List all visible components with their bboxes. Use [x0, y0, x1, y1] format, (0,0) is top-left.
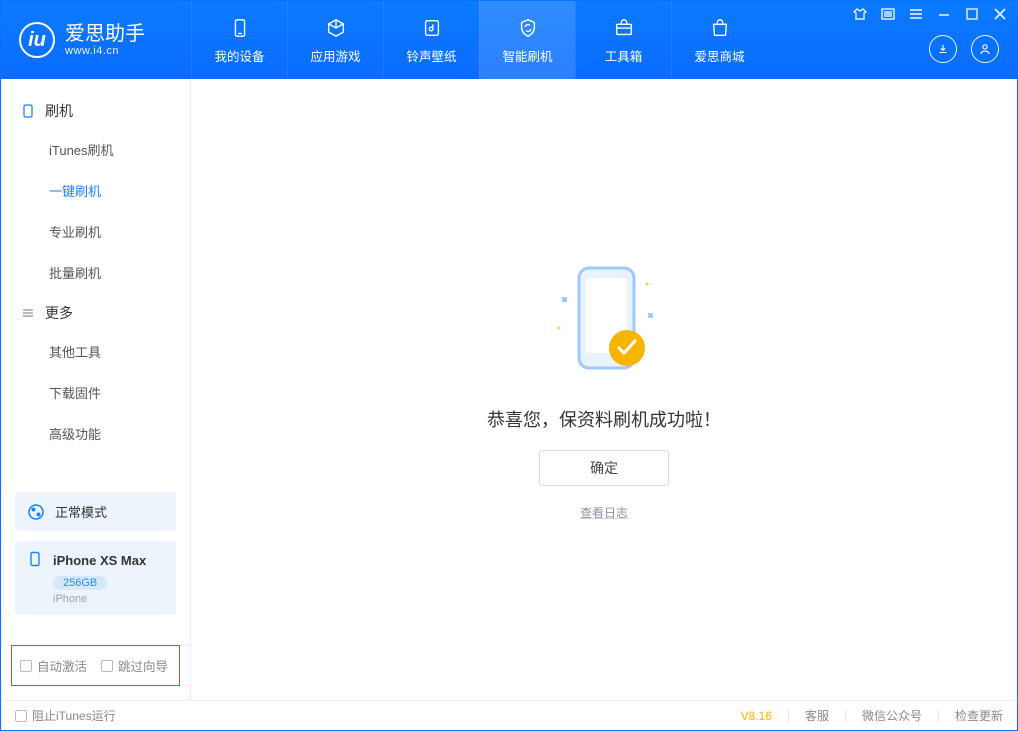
logo-area: iu 爱思助手 www.i4.cn — [1, 1, 191, 79]
sidebar-section-more: 更多 — [1, 293, 190, 331]
success-message: 恭喜您，保资料刷机成功啦！ — [487, 406, 721, 432]
device-type: iPhone — [53, 593, 164, 605]
nav-store[interactable]: 爱思商城 — [671, 1, 767, 79]
phone-outline-icon — [21, 104, 35, 118]
device-mode-card[interactable]: 正常模式 — [15, 492, 176, 531]
version-label: V8.16 — [741, 709, 772, 723]
nav-ringtones-wallpapers[interactable]: 铃声壁纸 — [383, 1, 479, 79]
maximize-icon[interactable] — [965, 7, 979, 21]
minimize-icon[interactable] — [937, 7, 951, 21]
top-nav: 我的设备 应用游戏 铃声壁纸 智能刷机 工具箱 爱思商城 — [191, 1, 767, 79]
success-illustration — [539, 258, 669, 388]
window-controls — [853, 7, 1007, 21]
options-highlight-box: 自动激活 跳过向导 — [11, 645, 180, 686]
sidebar-item-batch-flash[interactable]: 批量刷机 — [1, 252, 190, 293]
list-icon[interactable] — [881, 7, 895, 21]
shopping-bag-icon — [707, 15, 733, 41]
sidebar-item-itunes-flash[interactable]: iTunes刷机 — [1, 129, 190, 170]
device-mode-label: 正常模式 — [55, 502, 107, 521]
main-content: 恭喜您，保资料刷机成功啦！ 确定 查看日志 — [191, 79, 1017, 700]
app-subtitle: www.i4.cn — [65, 45, 145, 57]
download-icon[interactable] — [929, 35, 957, 63]
sidebar-item-one-click-flash[interactable]: 一键刷机 — [1, 170, 190, 211]
status-link-update[interactable]: 检查更新 — [955, 707, 1003, 724]
device-icon — [227, 15, 253, 41]
checkbox-block-itunes[interactable]: 阻止iTunes运行 — [15, 707, 116, 724]
sidebar: 刷机 iTunes刷机 一键刷机 专业刷机 批量刷机 更多 其他工具 下载固件 … — [1, 79, 191, 700]
phone-small-icon — [27, 551, 43, 570]
sidebar-section-flash: 刷机 — [1, 91, 190, 129]
sidebar-item-other-tools[interactable]: 其他工具 — [1, 331, 190, 372]
sidebar-item-download-firmware[interactable]: 下载固件 — [1, 372, 190, 413]
toolbox-icon — [611, 15, 637, 41]
app-window: iu 爱思助手 www.i4.cn 我的设备 应用游戏 铃声壁纸 智能刷机 — [0, 0, 1018, 731]
body: 刷机 iTunes刷机 一键刷机 专业刷机 批量刷机 更多 其他工具 下载固件 … — [1, 79, 1017, 700]
nav-toolbox[interactable]: 工具箱 — [575, 1, 671, 79]
ok-button[interactable]: 确定 — [539, 450, 669, 486]
list-small-icon — [21, 306, 35, 320]
logo-icon: iu — [19, 22, 55, 58]
music-note-icon — [419, 15, 445, 41]
sidebar-item-pro-flash[interactable]: 专业刷机 — [1, 211, 190, 252]
device-card[interactable]: iPhone XS Max 256GB iPhone — [15, 541, 176, 615]
app-title: 爱思助手 — [65, 23, 145, 45]
nav-apps-games[interactable]: 应用游戏 — [287, 1, 383, 79]
close-icon[interactable] — [993, 7, 1007, 21]
status-link-wechat[interactable]: 微信公众号 — [862, 707, 922, 724]
device-capacity: 256GB — [53, 576, 107, 590]
mode-icon — [27, 503, 45, 521]
view-log-link[interactable]: 查看日志 — [580, 504, 628, 521]
user-icon[interactable] — [971, 35, 999, 63]
device-name: iPhone XS Max — [53, 553, 146, 568]
checkbox-skip-guide[interactable]: 跳过向导 — [101, 656, 168, 675]
status-link-support[interactable]: 客服 — [805, 707, 829, 724]
menu-icon[interactable] — [909, 7, 923, 21]
checkbox-icon — [20, 660, 32, 672]
sidebar-device-block: 正常模式 iPhone XS Max 256GB iPhone — [1, 484, 190, 625]
nav-my-device[interactable]: 我的设备 — [191, 1, 287, 79]
nav-smart-flash[interactable]: 智能刷机 — [479, 1, 575, 79]
refresh-shield-icon — [515, 15, 541, 41]
status-bar: 阻止iTunes运行 V8.16 客服 微信公众号 检查更新 — [1, 700, 1017, 730]
shirt-icon[interactable] — [853, 7, 867, 21]
header: iu 爱思助手 www.i4.cn 我的设备 应用游戏 铃声壁纸 智能刷机 — [1, 1, 1017, 79]
sidebar-item-advanced[interactable]: 高级功能 — [1, 413, 190, 454]
checkbox-icon — [101, 660, 113, 672]
cube-icon — [323, 15, 349, 41]
header-right-icons — [929, 35, 999, 63]
checkbox-auto-activate[interactable]: 自动激活 — [20, 656, 87, 675]
checkbox-icon — [15, 710, 27, 722]
